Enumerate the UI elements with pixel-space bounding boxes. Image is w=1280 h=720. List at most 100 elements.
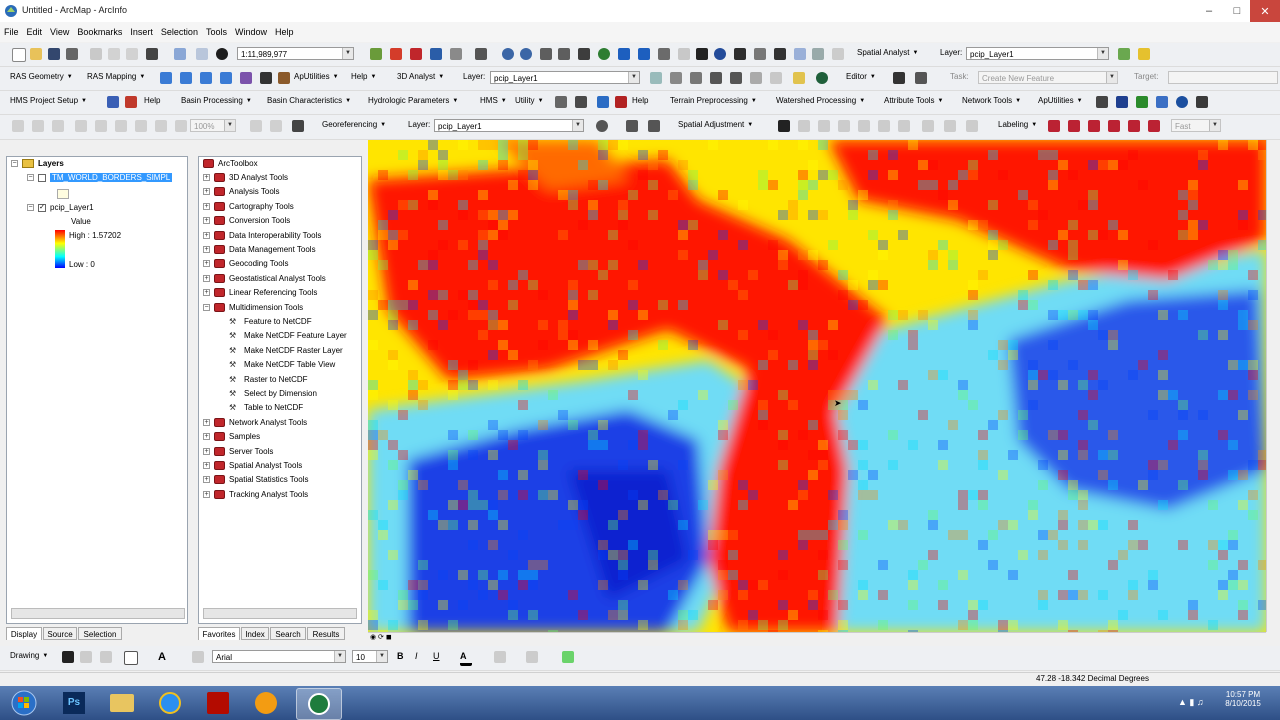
network-tools-menu[interactable]: Network Tools ▼ xyxy=(962,96,1021,105)
create-contours-icon[interactable] xyxy=(650,72,662,84)
tab-search[interactable]: Search xyxy=(270,627,306,640)
expand-icon[interactable]: + xyxy=(203,433,210,441)
ras-export-icon[interactable] xyxy=(180,72,192,84)
line-color-icon[interactable] xyxy=(526,651,538,663)
map-view[interactable]: ➤ xyxy=(368,140,1266,632)
task-combo[interactable]: Create New Feature ▼ xyxy=(978,71,1118,84)
tool-item[interactable]: ⚒ Feature to NetCDF xyxy=(229,317,312,326)
editor-toolbar-icon[interactable] xyxy=(370,48,382,60)
font-color-icon[interactable]: A xyxy=(460,651,472,666)
lock-labels-icon[interactable] xyxy=(1108,120,1120,132)
command-line-icon[interactable] xyxy=(430,48,442,60)
ras-import-icon[interactable] xyxy=(200,72,212,84)
menu-edit[interactable]: Edit xyxy=(23,27,47,37)
hms-red-icon[interactable] xyxy=(615,96,627,108)
pause-labeling-icon[interactable] xyxy=(1128,120,1140,132)
hms-menu[interactable]: HMS ▼ xyxy=(480,96,507,105)
archydro-tool5-icon[interactable] xyxy=(1196,96,1208,108)
toolbox-item[interactable]: + Spatial Statistics Tools xyxy=(203,475,308,485)
minimize-button[interactable]: – xyxy=(1194,0,1224,22)
toolbox-item[interactable]: + Geocoding Tools xyxy=(203,259,288,269)
rectangle-icon[interactable] xyxy=(124,651,138,665)
menu-bookmarks[interactable]: Bookmarks xyxy=(73,27,126,37)
toolbox-item[interactable]: + Samples xyxy=(203,432,260,442)
fill-color-icon[interactable] xyxy=(494,651,506,663)
collapse-icon[interactable]: − xyxy=(203,303,210,311)
expand-icon[interactable]: + xyxy=(203,260,210,268)
save-icon[interactable] xyxy=(48,48,60,60)
taskbar-media-player[interactable] xyxy=(244,688,288,718)
marker-color-icon[interactable] xyxy=(562,651,574,663)
3d-globe-icon[interactable] xyxy=(816,72,828,84)
layout-forward-icon[interactable] xyxy=(155,120,167,132)
ras-mapping-menu[interactable]: RAS Mapping ▼ xyxy=(87,72,145,81)
menu-tools[interactable]: Tools xyxy=(202,27,231,37)
new-limited-icon[interactable] xyxy=(878,120,890,132)
labeling-menu[interactable]: Labeling ▼ xyxy=(998,120,1037,129)
taskbar-acrobat[interactable] xyxy=(196,688,240,718)
toc-layer-world-borders[interactable]: − TM_WORLD_BORDERS_SIMPL xyxy=(27,173,173,182)
arcglobe-icon[interactable] xyxy=(793,72,805,84)
histogram-icon[interactable] xyxy=(1118,48,1130,60)
3d-analyst-menu[interactable]: 3D Analyst ▼ xyxy=(397,72,444,81)
profile-graph-icon[interactable] xyxy=(750,72,762,84)
label-manager-icon[interactable] xyxy=(1048,120,1060,132)
hydrologic-parameters-menu[interactable]: Hydrologic Parameters ▼ xyxy=(368,96,458,105)
expand-icon[interactable]: + xyxy=(203,490,210,498)
ras-help-menu[interactable]: Help ▼ xyxy=(351,72,376,81)
toolbox-item[interactable]: +3D Analyst Tools xyxy=(203,173,288,182)
fixed-zoom-in-icon[interactable] xyxy=(540,48,552,60)
map-v-scrollbar[interactable] xyxy=(1266,140,1280,632)
adjust-select-icon[interactable] xyxy=(778,120,790,132)
maximize-button[interactable]: □ xyxy=(1222,0,1252,22)
undo-icon[interactable] xyxy=(174,48,186,60)
editor-menu[interactable]: Editor ▼ xyxy=(846,72,876,81)
layout-zoom-whole-icon[interactable] xyxy=(75,120,87,132)
map-scale-combo[interactable]: 1:11,989,977 ▼ xyxy=(237,47,354,60)
copy-icon[interactable] xyxy=(108,48,120,60)
aputilities2-menu[interactable]: ApUtilities ▼ xyxy=(1038,96,1083,105)
aputilities-icon[interactable] xyxy=(278,72,290,84)
go-to-xy-icon[interactable] xyxy=(754,48,766,60)
hms-chart-icon[interactable] xyxy=(555,96,567,108)
tray-icons[interactable]: ▲ ▮ ♫ xyxy=(1178,697,1204,708)
tool-item[interactable]: ⚒ Select by Dimension xyxy=(229,389,317,398)
arctoolbox-root[interactable]: ArcToolbox xyxy=(203,159,258,168)
map-h-scrollbar[interactable]: ◉ ⟳ ◼ xyxy=(368,632,1266,644)
select-elements-icon[interactable] xyxy=(696,48,708,60)
tab-favorites[interactable]: Favorites xyxy=(198,627,240,640)
hms-flow-icon[interactable] xyxy=(575,96,587,108)
full-extent-icon[interactable] xyxy=(598,48,610,60)
redo-icon[interactable] xyxy=(196,48,208,60)
taskbar-ie[interactable] xyxy=(148,688,192,718)
hyperlink-icon[interactable] xyxy=(794,48,806,60)
archydro-tool1-icon[interactable] xyxy=(1096,96,1108,108)
zoom-in-icon[interactable] xyxy=(502,48,514,60)
cut-icon[interactable] xyxy=(90,48,102,60)
new-displacement-icon[interactable] xyxy=(798,120,810,132)
identify-icon[interactable] xyxy=(714,48,726,60)
tab-selection[interactable]: Selection xyxy=(78,627,122,640)
menu-help[interactable]: Help xyxy=(271,27,298,37)
toolbox-item[interactable]: + Data Interoperability Tools xyxy=(203,230,321,240)
archydro-tool3-icon[interactable] xyxy=(1136,96,1148,108)
expand-icon[interactable]: + xyxy=(203,418,210,426)
time-slider-icon[interactable] xyxy=(832,48,844,60)
tool-item[interactable]: ⚒ Make NetCDF Table View xyxy=(229,360,335,369)
expand-icon[interactable]: + xyxy=(203,447,210,455)
label-priority-icon[interactable] xyxy=(1068,120,1080,132)
expand-icon[interactable]: + xyxy=(203,246,210,253)
hms-map-icon[interactable] xyxy=(597,96,609,108)
underline-icon[interactable]: U xyxy=(433,651,445,663)
expand-icon[interactable]: + xyxy=(203,231,210,239)
clear-limited-icon[interactable] xyxy=(898,120,910,132)
new-document-icon[interactable] xyxy=(12,48,26,62)
tool-item[interactable]: ⚒ Table to NetCDF xyxy=(229,403,303,412)
attribute-tools-menu[interactable]: Attribute Tools ▼ xyxy=(884,96,944,105)
layout-zoom-out-icon[interactable] xyxy=(32,120,44,132)
delete-icon[interactable] xyxy=(146,48,158,60)
menu-window[interactable]: Window xyxy=(231,27,271,37)
expand-icon[interactable]: + xyxy=(203,274,210,282)
open-folder-icon[interactable] xyxy=(30,48,42,60)
edit-vertices-icon[interactable] xyxy=(192,651,204,663)
